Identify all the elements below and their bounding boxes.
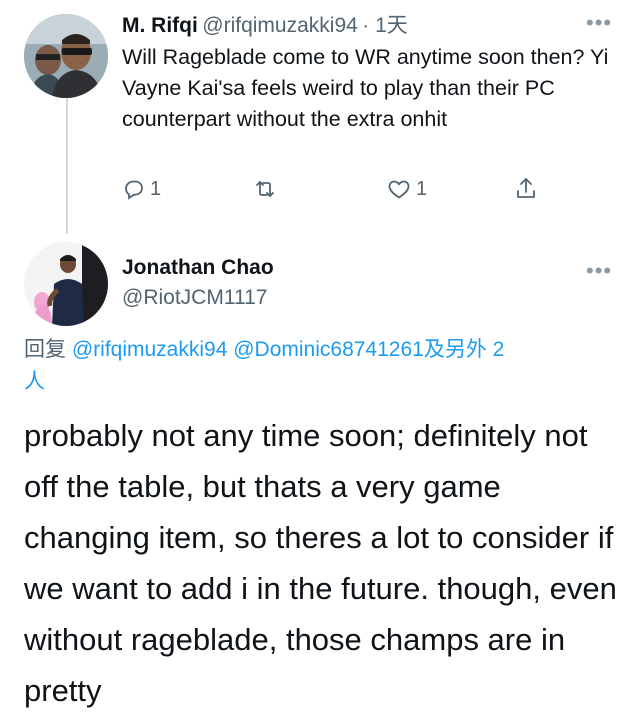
tweet2-more-icon[interactable]: ••• (586, 258, 612, 284)
tweet1-text: Will Rageblade come to WR anytime soon t… (122, 45, 609, 131)
retweet-action[interactable] (252, 174, 278, 204)
mention-link[interactable]: @rifqimuzakki94 (72, 338, 228, 361)
mention-link[interactable]: @Dominic68741261 (233, 338, 424, 361)
avatar-rifqi[interactable] (24, 14, 108, 98)
replying-to: 回复 @rifqimuzakki94 @Dominic68741261及另外 2… (24, 334, 624, 398)
mention-others[interactable]: 及另外 2 (424, 338, 505, 361)
tweet1-header: M. Rifqi @rifqimuzakki94 · 1天 (122, 9, 408, 39)
share-action[interactable] (514, 174, 538, 204)
reply-action[interactable]: 1 (122, 174, 161, 204)
tweet1-more-icon[interactable]: ••• (586, 10, 612, 36)
retweet-icon (252, 177, 278, 201)
share-icon (514, 176, 538, 202)
replying-label: 回复 (24, 338, 66, 361)
tweet2-author-name[interactable]: Jonathan Chao (122, 256, 274, 280)
mention-others-tail[interactable]: 人 (24, 370, 45, 393)
reply-count: 1 (150, 177, 162, 200)
tweet2-author-handle[interactable]: @RiotJCM1117 (122, 286, 267, 310)
tweet1-author-handle[interactable]: @rifqimuzakki94 (202, 14, 358, 37)
tweet1-author-name[interactable]: M. Rifqi (122, 14, 198, 37)
reply-icon (122, 177, 146, 201)
like-icon (386, 177, 412, 201)
like-action[interactable]: 1 (386, 174, 427, 204)
tweet2-text: probably not any time soon; definitely n… (24, 418, 617, 708)
avatar-jonathan-chao[interactable] (24, 242, 108, 326)
thread-line (66, 98, 68, 234)
like-count: 1 (416, 177, 428, 200)
tweet1-timestamp[interactable]: · 1天 (362, 14, 408, 37)
